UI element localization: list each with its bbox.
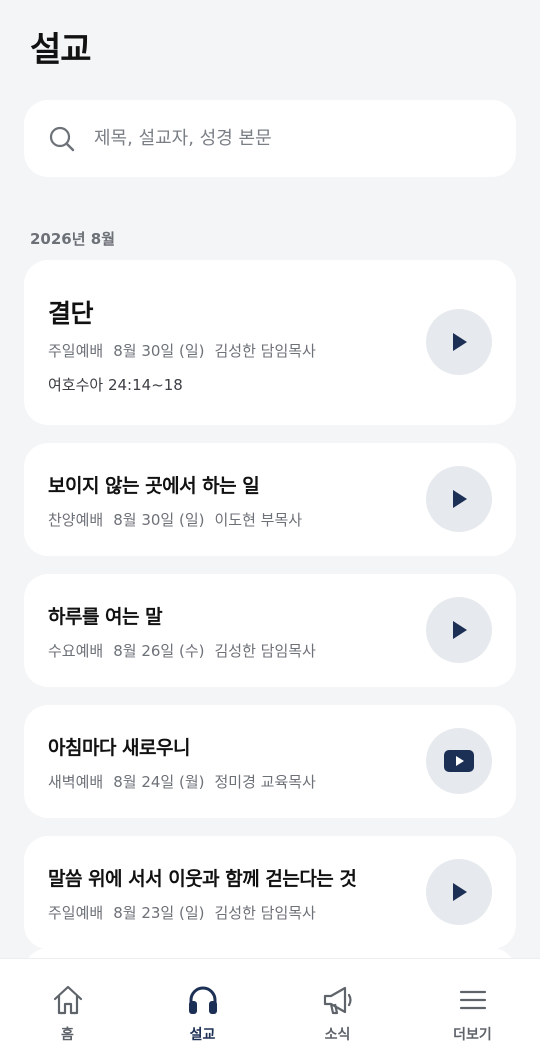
sermon-service: 찬양예배 (48, 511, 104, 529)
play-button[interactable] (426, 859, 492, 925)
search-input[interactable] (94, 128, 474, 149)
month-section-label: 2026년 8월 (30, 230, 116, 248)
sermon-service: 주일예배 (48, 904, 104, 922)
sermon-scripture: 여호수아 24:14~18 (48, 376, 183, 394)
sermon-meta: 주일예배 8월 23일 (일) 김성한 담임목사 (48, 902, 326, 923)
headphones-icon (188, 986, 217, 1014)
sermon-card[interactable]: 하루를 여는 말 수요예배 8월 26일 (수) 김성한 담임목사 (24, 574, 516, 687)
sermon-service: 수요예배 (48, 642, 104, 660)
sermon-card[interactable]: 보이지 않는 곳에서 하는 일 찬양예배 8월 30일 (일) 이도현 부목사 (24, 443, 516, 556)
play-icon (453, 333, 467, 351)
nav-item-more[interactable]: 더보기 (405, 959, 540, 1054)
sermon-preacher: 김성한 담임목사 (214, 642, 316, 660)
play-icon (453, 621, 467, 639)
nav-label: 더보기 (453, 1027, 492, 1043)
nav-item-home[interactable]: 홈 (0, 959, 135, 1054)
sermon-preacher: 이도현 부목사 (214, 511, 303, 529)
sermon-card[interactable]: 결단 주일예배 8월 30일 (일) 김성한 담임목사 여호수아 24:14~18 (24, 260, 516, 425)
page-title: 설교 (30, 30, 92, 70)
sermon-card[interactable]: 말씀 위에 서서 이웃과 함께 걷는다는 것 주일예배 8월 23일 (일) 김성한… (24, 836, 516, 949)
play-button[interactable] (426, 309, 492, 375)
sermon-date: 8월 30일 (일) (113, 511, 205, 529)
search-icon (49, 126, 75, 151)
youtube-icon (444, 750, 474, 772)
play-button[interactable] (426, 597, 492, 663)
sermon-date: 8월 30일 (일) (113, 342, 205, 360)
sermon-title: 결단 (48, 299, 94, 328)
sermon-meta: 찬양예배 8월 30일 (일) 이도현 부목사 (48, 509, 312, 530)
sermon-date: 8월 23일 (일) (113, 904, 205, 922)
sermon-preacher: 김성한 담임목사 (214, 904, 316, 922)
nav-item-sermons[interactable]: 설교 (135, 959, 270, 1054)
sermons-screen: 설교 2026년 8월 결단 주일예배 8월 30일 (일) 김성한 담임목사 여호… (0, 0, 540, 1054)
sermon-service: 주일예배 (48, 342, 104, 360)
video-button[interactable] (426, 728, 492, 794)
nav-label: 홈 (61, 1027, 74, 1043)
sermon-meta: 새벽예배 8월 24일 (월) 정미경 교육목사 (48, 771, 326, 792)
sermon-date: 8월 24일 (월) (113, 773, 205, 791)
home-icon (53, 985, 82, 1015)
nav-item-news[interactable]: 소식 (270, 959, 405, 1054)
play-button[interactable] (426, 466, 492, 532)
nav-label: 소식 (324, 1027, 351, 1043)
megaphone-icon (323, 986, 352, 1015)
play-icon (453, 490, 467, 508)
sermon-meta: 주일예배 8월 30일 (일) 김성한 담임목사 (48, 340, 326, 361)
sermon-title: 보이지 않는 곳에서 하는 일 (48, 475, 260, 497)
sermon-title: 아침마다 새로우니 (48, 737, 190, 759)
sermon-list: 결단 주일예배 8월 30일 (일) 김성한 담임목사 여호수아 24:14~18 … (24, 260, 516, 967)
bottom-navigation: 홈 설교 소식 더보기 (0, 958, 540, 1054)
sermon-preacher: 정미경 교육목사 (214, 773, 316, 791)
play-icon (453, 883, 467, 901)
sermon-service: 새벽예배 (48, 773, 104, 791)
menu-icon (459, 990, 486, 1010)
search-bar[interactable] (24, 100, 516, 177)
nav-label: 설교 (189, 1027, 216, 1043)
sermon-preacher: 김성한 담임목사 (214, 342, 316, 360)
sermon-date: 8월 26일 (수) (113, 642, 205, 660)
sermon-title: 말씀 위에 서서 이웃과 함께 걷는다는 것 (48, 868, 357, 890)
sermon-meta: 수요예배 8월 26일 (수) 김성한 담임목사 (48, 640, 326, 661)
sermon-title: 하루를 여는 말 (48, 606, 163, 628)
sermon-card[interactable]: 아침마다 새로우니 새벽예배 8월 24일 (월) 정미경 교육목사 (24, 705, 516, 818)
